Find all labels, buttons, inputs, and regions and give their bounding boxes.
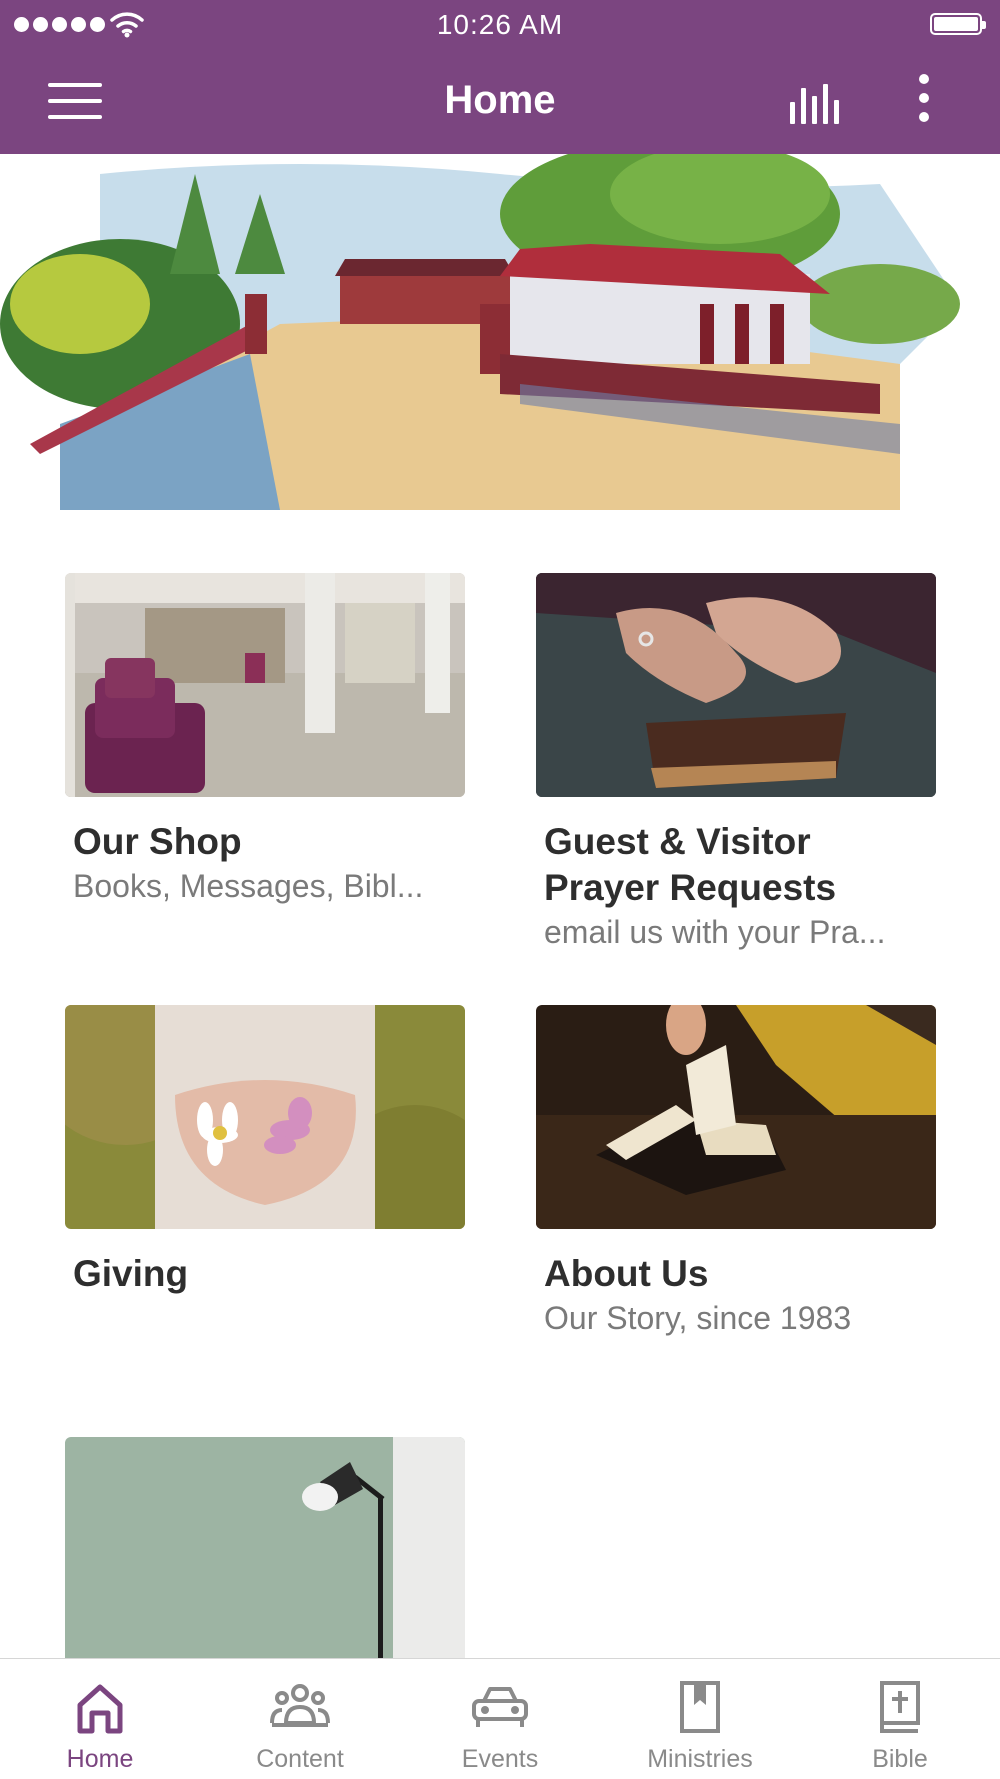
tab-label: Home (66, 1745, 134, 1773)
bible-cross-icon (880, 1681, 920, 1733)
hands-holding-flowers-photo (65, 1005, 465, 1229)
car-icon (472, 1687, 528, 1727)
card-title: Guest & Visitor Prayer Requests (544, 821, 837, 908)
card-about-us[interactable]: About Us Our Story, since 1983 (536, 1005, 936, 1339)
tab-label: Events (461, 1745, 539, 1773)
card-lamp[interactable] (65, 1437, 465, 1658)
page-title: Home (444, 78, 556, 122)
tab-label: Ministries (647, 1745, 753, 1773)
card-giving[interactable]: Giving (65, 1005, 465, 1297)
hero-illustration (0, 154, 1000, 510)
battery-icon (930, 13, 986, 35)
tab-bar: Home Content Events Ministries Bible (0, 1658, 1000, 1778)
card-title: Giving (73, 1253, 189, 1294)
tab-events[interactable]: Events (400, 1659, 600, 1779)
card-prayer-requests[interactable]: Guest & Visitor Prayer Requests email us… (536, 573, 936, 953)
hands-on-bible-photo (536, 573, 936, 797)
tab-content[interactable]: Content (200, 1659, 400, 1779)
vertical-ellipsis-icon[interactable] (906, 74, 942, 130)
card-title: About Us (544, 1253, 709, 1294)
tab-bible[interactable]: Bible (800, 1659, 1000, 1779)
status-time: 10:26 AM (436, 9, 564, 40)
open-bible-on-table-photo (536, 1005, 936, 1229)
bookmark-book-icon (680, 1681, 720, 1733)
bar-chart-icon[interactable] (788, 80, 846, 126)
floor-lamp-against-wall-photo (65, 1437, 465, 1658)
tab-label: Bible (872, 1745, 928, 1773)
card-subtitle: Books, Messages, Bibl... (73, 868, 424, 904)
shop-interior-photo (65, 573, 465, 797)
card-subtitle: Our Story, since 1983 (544, 1300, 852, 1336)
tab-label: Content (256, 1745, 344, 1773)
tab-ministries[interactable]: Ministries (600, 1659, 800, 1779)
nav-bar: Home (0, 50, 1000, 154)
house-icon (77, 1684, 123, 1734)
card-title: Our Shop (73, 821, 242, 862)
card-subtitle: email us with your Pra... (544, 914, 886, 950)
card-our-shop[interactable]: Our Shop Books, Messages, Bibl... (65, 573, 465, 907)
tab-home[interactable]: Home (0, 1659, 200, 1779)
status-bar: 10:26 AM (0, 0, 1000, 50)
group-people-icon (270, 1684, 330, 1727)
